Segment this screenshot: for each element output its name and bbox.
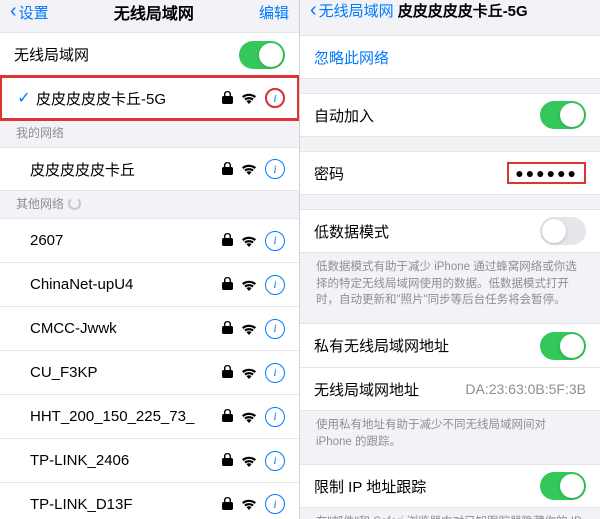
lock-icon [222,232,233,249]
navbar: ‹ 设置 无线局域网 编辑 [0,0,299,24]
low-data-footer: 低数据模式有助于减少 iPhone 通过蜂窝网络或你选择的特定无线局域网使用的数… [300,253,600,309]
wifi-icon [241,323,257,335]
forget-network-label: 忽略此网络 [314,47,586,68]
checkmark-icon: ✓ [14,88,34,108]
other-networks-header: 其他网络 [0,191,299,218]
limit-ip-track-row: 限制 IP 地址跟踪 [300,464,600,508]
chevron-left-icon: ‹ [10,1,17,21]
low-data-row: 低数据模式 [300,209,600,253]
nav-title: 皮皮皮皮皮卡丘-5G [398,0,528,21]
password-value: ●●●●●● [507,162,586,184]
limit-ip-track-label: 限制 IP 地址跟踪 [314,476,540,497]
lock-icon [222,408,233,425]
lock-icon [222,364,233,381]
info-icon[interactable]: i [265,231,285,251]
wifi-icon [241,367,257,379]
lock-icon [222,161,233,178]
network-row[interactable]: 2607 i [0,218,299,262]
info-icon[interactable]: i [265,275,285,295]
other-networks-label: 其他网络 [16,195,64,212]
wifi-icon [241,279,257,291]
edit-button[interactable]: 编辑 [259,2,289,23]
wifi-icon [241,455,257,467]
auto-join-toggle[interactable] [540,101,586,129]
limit-ip-track-footer: 在"邮件"和 Safari 浏览器中对已知跟踪器隐藏你的 IP 地址来限制 IP… [300,508,600,519]
connected-network-row[interactable]: ✓ 皮皮皮皮皮卡丘-5G i [0,76,299,120]
network-row[interactable]: ChinaNet-upU4 i [0,262,299,306]
wifi-address-row: 无线局域网地址 DA:23:63:0B:5F:3B [300,367,600,411]
wifi-icon [241,92,257,104]
wifi-icon [241,411,257,423]
back-label: 无线局域网 [319,0,394,21]
network-name: 2607 [30,232,222,249]
password-row[interactable]: 密码 ●●●●●● [300,151,600,195]
back-label: 设置 [19,2,49,23]
wifi-icon [241,498,257,510]
spinner-icon [68,197,81,210]
network-row[interactable]: CMCC-Jwwk i [0,306,299,350]
connected-network-name: 皮皮皮皮皮卡丘-5G [36,88,222,109]
private-address-row: 私有无线局域网地址 [300,323,600,367]
private-address-label: 私有无线局域网地址 [314,335,540,356]
info-icon[interactable]: i [265,407,285,427]
wifi-address-value: DA:23:63:0B:5F:3B [465,381,586,397]
info-icon[interactable]: i [265,363,285,383]
info-icon[interactable]: i [265,319,285,339]
lock-icon [222,320,233,337]
network-name: CU_F3KP [30,364,222,381]
info-icon[interactable]: i [265,159,285,179]
navbar: ‹ 无线局域网 皮皮皮皮皮卡丘-5G [300,0,600,21]
forget-network-row[interactable]: 忽略此网络 [300,35,600,79]
wifi-list-screen: ‹ 设置 无线局域网 编辑 无线局域网 ✓ 皮皮皮皮皮卡丘-5G [0,0,300,519]
info-icon[interactable]: i [265,88,285,108]
wifi-master-toggle[interactable] [239,41,285,69]
my-networks-header: 我的网络 [0,120,299,147]
back-button[interactable]: ‹ 设置 [10,2,49,23]
low-data-toggle[interactable] [540,217,586,245]
back-button[interactable]: ‹ 无线局域网 [310,0,394,21]
limit-ip-track-toggle[interactable] [540,472,586,500]
lock-icon [222,90,233,107]
wifi-icon [241,163,257,175]
wifi-master-toggle-row: 无线局域网 [0,32,299,76]
network-row[interactable]: TP-LINK_2406 i [0,438,299,482]
lock-icon [222,452,233,469]
network-name: 皮皮皮皮皮卡丘 [30,159,222,180]
lock-icon [222,276,233,293]
lock-icon [222,496,233,513]
network-name: HHT_200_150_225_73_ [30,408,222,425]
network-row[interactable]: 皮皮皮皮皮卡丘 i [0,147,299,191]
wifi-address-label: 无线局域网地址 [314,379,465,400]
chevron-left-icon: ‹ [310,0,317,20]
info-icon[interactable]: i [265,451,285,471]
network-row[interactable]: HHT_200_150_225_73_ i [0,394,299,438]
private-address-footer: 使用私有地址有助于减少不同无线局域网间对 iPhone 的跟踪。 [300,411,600,450]
password-label: 密码 [314,163,507,184]
auto-join-label: 自动加入 [314,105,540,126]
nav-title: 无线局域网 [49,0,259,24]
info-icon[interactable]: i [265,494,285,514]
network-row[interactable]: CU_F3KP i [0,350,299,394]
network-name: TP-LINK_2406 [30,452,222,469]
private-address-toggle[interactable] [540,332,586,360]
low-data-label: 低数据模式 [314,221,540,242]
wifi-master-label: 无线局域网 [14,44,239,65]
network-row[interactable]: TP-LINK_D13F i [0,482,299,519]
auto-join-row: 自动加入 [300,93,600,137]
wifi-detail-screen: ‹ 无线局域网 皮皮皮皮皮卡丘-5G 忽略此网络 自动加入 密码 ●●●●●● [300,0,600,519]
wifi-icon [241,235,257,247]
network-name: TP-LINK_D13F [30,496,222,513]
network-name: CMCC-Jwwk [30,320,222,337]
network-name: ChinaNet-upU4 [30,276,222,293]
